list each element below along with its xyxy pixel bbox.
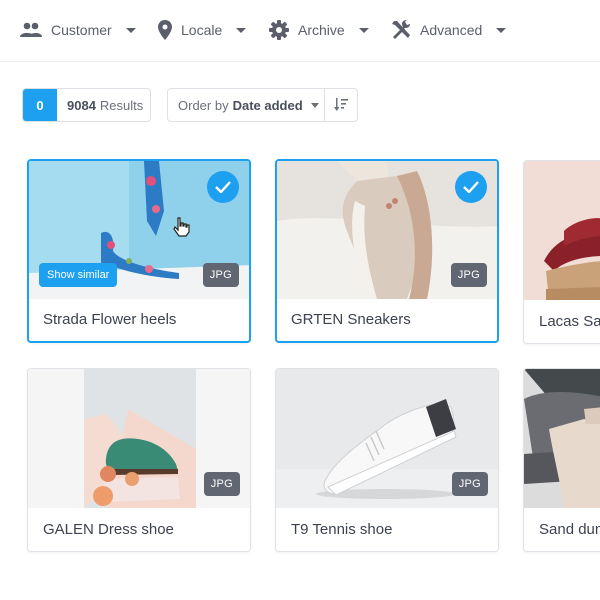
chevron-down-icon: [310, 102, 319, 108]
file-type-badge: JPG: [450, 263, 487, 287]
menu-customer-label: Customer: [51, 22, 112, 38]
order-by-value: Date added: [232, 97, 303, 113]
chevron-down-icon: [125, 27, 136, 33]
file-type-badge: JPG: [202, 263, 239, 287]
tools-icon: [391, 20, 411, 40]
asset-card[interactable]: Show similar JPG Strada Flower heels: [27, 159, 251, 343]
file-type-badge: JPG: [451, 472, 488, 496]
location-pin-icon: [158, 20, 172, 40]
results-counter: 0 9084 Results: [22, 88, 151, 122]
asset-card[interactable]: JPG T9 Tennis shoe: [275, 368, 499, 552]
selected-count[interactable]: 0: [23, 89, 57, 121]
file-type-badge: JPG: [203, 472, 240, 496]
asset-card[interactable]: JPG GRTEN Sneakers: [275, 159, 499, 343]
selected-check-icon[interactable]: [455, 171, 487, 203]
top-menu-bar: Customer Locale Archive Advanced: [0, 0, 600, 62]
thumbnail-image: [524, 369, 600, 508]
menu-customer[interactable]: Customer: [20, 16, 136, 44]
chevron-down-icon: [496, 27, 507, 33]
people-icon: [20, 22, 42, 38]
card-title: Strada Flower heels: [43, 310, 177, 328]
card-title: GRTEN Sneakers: [291, 310, 411, 328]
gear-icon: [269, 20, 289, 40]
hand-cursor-icon: [173, 217, 191, 242]
results-number: 9084: [67, 97, 96, 113]
results-label: Results: [99, 97, 144, 113]
asset-card[interactable]: Sand dune boots: [523, 368, 600, 552]
card-title: T9 Tennis shoe: [291, 520, 393, 538]
menu-locale-label: Locale: [181, 22, 223, 38]
thumbnail-image: [524, 161, 600, 300]
chevron-down-icon: [358, 27, 369, 33]
chevron-down-icon: [236, 27, 247, 33]
order-by-control: Order by Date added: [167, 88, 358, 122]
menu-advanced[interactable]: Advanced: [391, 16, 507, 44]
sort-direction-button[interactable]: [325, 89, 357, 121]
asset-card[interactable]: JPG GALEN Dress shoe: [27, 368, 251, 552]
menu-locale[interactable]: Locale: [158, 16, 247, 44]
menu-advanced-label: Advanced: [420, 22, 483, 38]
show-similar-button[interactable]: Show similar: [39, 263, 118, 287]
selected-check-icon[interactable]: [207, 171, 239, 203]
sort-descending-icon: [334, 98, 348, 112]
menu-archive-label: Archive: [298, 22, 345, 38]
order-by-dropdown[interactable]: Order by Date added: [168, 89, 325, 121]
asset-card[interactable]: Lacas Sandals: [523, 160, 600, 344]
order-by-prefix: Order by: [178, 97, 229, 113]
card-title: GALEN Dress shoe: [43, 520, 174, 538]
card-title: Lacas Sandals: [539, 312, 600, 330]
card-title: Sand dune boots: [539, 520, 600, 538]
results-total: 9084 Results: [57, 89, 150, 121]
menu-archive[interactable]: Archive: [269, 16, 369, 44]
